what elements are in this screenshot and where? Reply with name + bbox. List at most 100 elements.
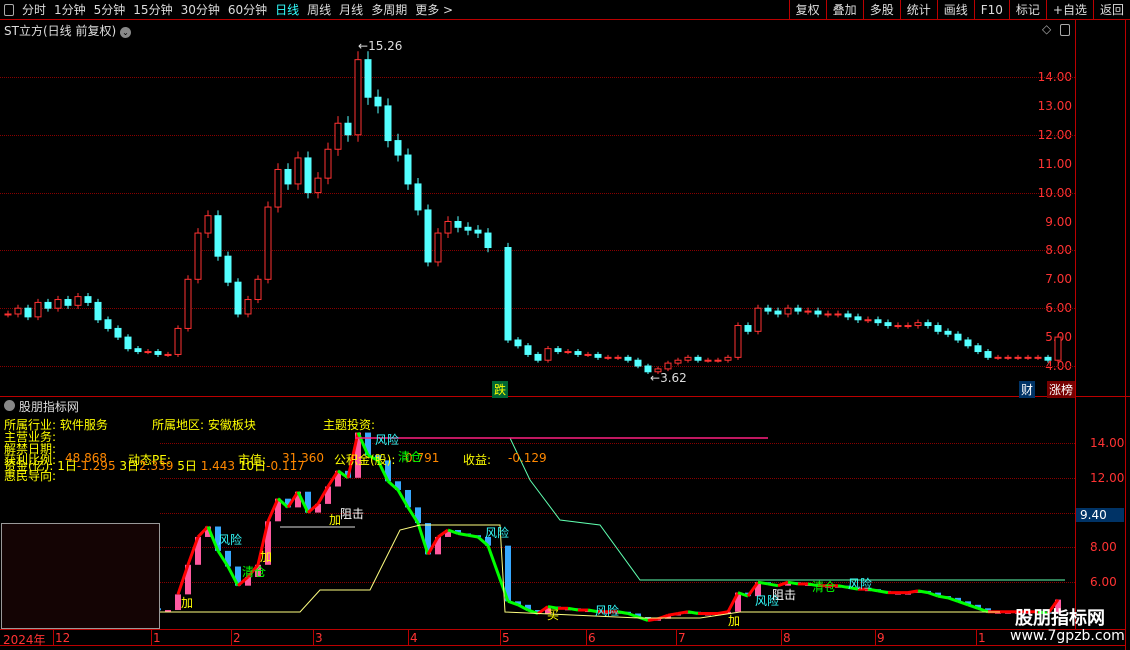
candle — [484, 232, 492, 249]
time-tick-mark — [231, 630, 232, 645]
candle — [574, 351, 582, 355]
candle — [804, 310, 812, 313]
candle — [1004, 356, 1012, 359]
candle — [474, 229, 482, 234]
guide-row: 惠民导向: — [4, 469, 57, 483]
candle — [144, 351, 152, 354]
candle — [814, 310, 822, 315]
candle — [704, 359, 712, 362]
signal-block: 阻击 — [772, 588, 797, 602]
candle — [234, 281, 242, 315]
candle — [894, 325, 902, 328]
candle — [544, 348, 552, 361]
time-tick: 6 — [588, 631, 596, 645]
trend-line — [837, 584, 849, 589]
region-row: 所属地区: 安徽板块 — [152, 418, 256, 432]
low-price-label: ←3.62 — [650, 371, 687, 385]
candle — [44, 301, 52, 309]
candle — [584, 353, 592, 356]
candle — [444, 221, 452, 234]
candle — [734, 325, 742, 358]
time-tick: 5 — [502, 631, 510, 645]
time-tick: 7 — [678, 631, 686, 645]
candle — [754, 307, 762, 332]
candle — [64, 299, 72, 306]
indicator-tick: 12.00 — [1090, 470, 1125, 485]
dropdown-icon[interactable] — [4, 400, 15, 411]
candle — [424, 209, 432, 263]
drop-badge[interactable]: 跌 — [492, 381, 509, 398]
candle — [404, 154, 412, 185]
candle — [964, 339, 972, 347]
signal-clear: 清仓 — [398, 450, 423, 464]
candle — [624, 356, 632, 361]
right-border — [1125, 20, 1126, 650]
reserve-label: 公积金(股): — [334, 453, 396, 467]
price-axis-line — [1075, 20, 1076, 630]
signal-risk: 风险 — [218, 533, 243, 547]
time-tick: 3 — [315, 631, 323, 645]
candle — [854, 316, 862, 321]
candle — [844, 313, 852, 318]
candle — [774, 310, 782, 315]
time-tick-mark — [53, 630, 54, 645]
candle — [1044, 356, 1052, 361]
candle — [554, 348, 562, 353]
time-tick: 4 — [410, 631, 418, 645]
toolbar-button[interactable]: 返回 — [1092, 0, 1130, 20]
candle — [214, 215, 222, 257]
candle — [1034, 356, 1042, 359]
trend-line — [567, 606, 579, 612]
time-tick-mark — [676, 630, 677, 645]
candle — [834, 313, 842, 316]
candle — [694, 356, 702, 361]
candle — [224, 255, 232, 283]
candle — [384, 105, 392, 142]
candle — [334, 122, 342, 150]
signal-buy: 买 — [547, 608, 560, 622]
candle — [634, 359, 642, 367]
candle — [914, 322, 922, 327]
time-tick: 8 — [783, 631, 791, 645]
candle — [74, 296, 82, 306]
candle — [454, 221, 462, 228]
candle — [514, 339, 522, 347]
signal-risk: 风险 — [595, 604, 620, 618]
candle — [594, 353, 602, 358]
candle — [394, 140, 402, 156]
eps-label: 收益: — [463, 453, 492, 467]
time-tick-mark — [500, 630, 501, 645]
finance-badge[interactable]: 财 — [1019, 381, 1036, 398]
candle — [674, 359, 682, 364]
limit-list-badge[interactable]: 涨榜 — [1047, 381, 1076, 398]
candle — [414, 183, 422, 211]
time-tick: 1 — [978, 631, 986, 645]
candle — [304, 157, 312, 194]
watermark-name: 股朋指标网 — [1015, 608, 1105, 629]
candle — [504, 247, 512, 341]
time-tick: 2024年 — [3, 633, 46, 647]
candle — [1024, 356, 1032, 359]
candle — [374, 96, 382, 107]
candle — [14, 307, 22, 315]
candle — [194, 232, 202, 280]
time-tick-mark — [313, 630, 314, 645]
time-tick: 9 — [877, 631, 885, 645]
candle — [254, 278, 262, 301]
indicator-tick: 6.00 — [1090, 575, 1117, 590]
candle — [204, 215, 212, 234]
candle — [4, 313, 12, 316]
candle — [104, 319, 112, 329]
trend-line — [937, 594, 949, 600]
candle — [174, 327, 182, 355]
candle — [784, 307, 792, 315]
candle — [284, 168, 292, 185]
candle — [274, 168, 282, 208]
signal-add: 加 — [181, 596, 194, 610]
trend-line — [757, 580, 769, 586]
candle — [294, 157, 302, 185]
indicator-title: 股朋指标网 — [4, 398, 79, 415]
candle — [664, 362, 672, 370]
candle — [564, 351, 572, 354]
indicator-tick: 8.00 — [1090, 540, 1117, 555]
